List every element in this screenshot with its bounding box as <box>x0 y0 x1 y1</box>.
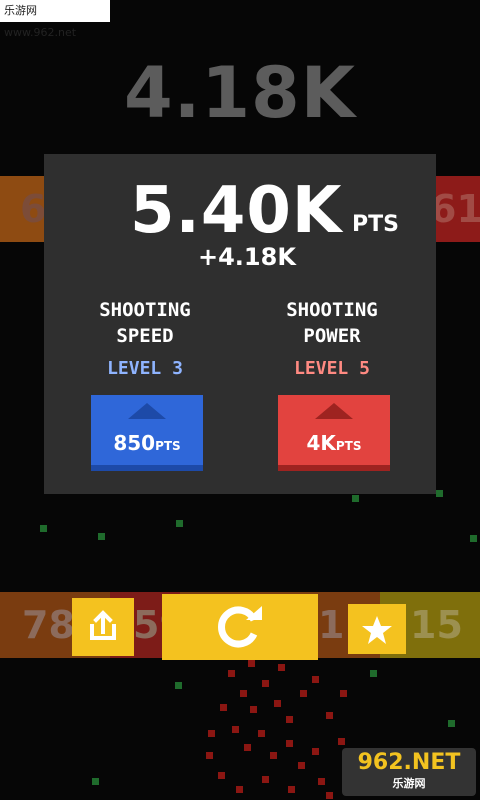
final-score: 5.40K <box>130 174 343 248</box>
particle <box>326 712 333 719</box>
particle <box>288 786 295 793</box>
star-icon <box>362 616 392 644</box>
particle <box>236 786 243 793</box>
particle <box>92 778 99 785</box>
particle <box>258 730 265 737</box>
particle <box>240 690 247 697</box>
upgrade-speed-button[interactable]: 850PTS <box>91 395 203 471</box>
upgrade-speed-title-line1: SHOOTING <box>99 299 191 321</box>
particle <box>278 664 285 671</box>
share-button[interactable] <box>72 598 134 656</box>
particle <box>175 682 182 689</box>
particle <box>312 676 319 683</box>
particle <box>286 716 293 723</box>
particle <box>98 533 105 540</box>
particle <box>300 690 307 697</box>
background-bar-top-left-number: 6 <box>20 187 47 231</box>
arrow-up-icon <box>315 403 353 419</box>
share-icon <box>90 610 116 640</box>
particle <box>248 660 255 667</box>
particle <box>270 752 277 759</box>
background-bar-bottom-number-4: 15 <box>410 603 463 647</box>
upgrade-power-title-line1: SHOOTING <box>286 299 378 321</box>
particle <box>232 726 239 733</box>
particle <box>298 762 305 769</box>
upgrade-power-title: SHOOTING POWER <box>252 297 412 349</box>
particle <box>370 670 377 677</box>
particle <box>352 495 359 502</box>
upgrade-power-title-line2: POWER <box>303 325 361 347</box>
upgrade-power-cost: 4KPTS <box>306 431 362 455</box>
upgrade-speed-cost: 850PTS <box>113 431 181 455</box>
particle <box>250 706 257 713</box>
upgrade-speed-level: LEVEL 3 <box>107 358 183 379</box>
particle <box>208 730 215 737</box>
particle <box>176 520 183 527</box>
particle <box>274 700 281 707</box>
watermark-sub: 乐游网 <box>392 777 426 790</box>
rate-button[interactable] <box>348 604 406 654</box>
particle <box>286 740 293 747</box>
particle <box>262 776 269 783</box>
particle <box>340 690 347 697</box>
replay-icon <box>218 606 262 648</box>
upgrade-speed-title: SHOOTING SPEED <box>65 297 225 349</box>
replay-button[interactable] <box>162 594 318 660</box>
particle <box>326 792 333 799</box>
arrow-up-icon <box>128 403 166 419</box>
particle <box>436 490 443 497</box>
background-score: 4.18K <box>124 52 356 134</box>
particle <box>338 738 345 745</box>
particle <box>40 525 47 532</box>
watermark-top: 乐游网 www.962.net <box>0 0 110 39</box>
particle <box>244 744 251 751</box>
watermark-brand: 962.NET <box>357 750 461 775</box>
watermark-bottom: 962.NET 乐游网 <box>342 748 476 796</box>
particle <box>318 778 325 785</box>
particle <box>448 720 455 727</box>
particle <box>206 752 213 759</box>
particle <box>228 670 235 677</box>
background-bar-bottom-number-1: 78 <box>22 603 75 647</box>
upgrade-speed-title-line2: SPEED <box>116 325 174 347</box>
score-delta: +4.18K <box>198 243 296 271</box>
particle <box>312 748 319 755</box>
particle <box>262 680 269 687</box>
particle <box>470 535 477 542</box>
final-score-unit: PTS <box>352 212 399 237</box>
upgrade-power-button[interactable]: 4KPTS <box>278 395 390 471</box>
particle <box>220 704 227 711</box>
background-bar-top-right-number: 61 <box>430 187 480 231</box>
upgrade-power-level: LEVEL 5 <box>294 358 370 379</box>
particle <box>218 772 225 779</box>
